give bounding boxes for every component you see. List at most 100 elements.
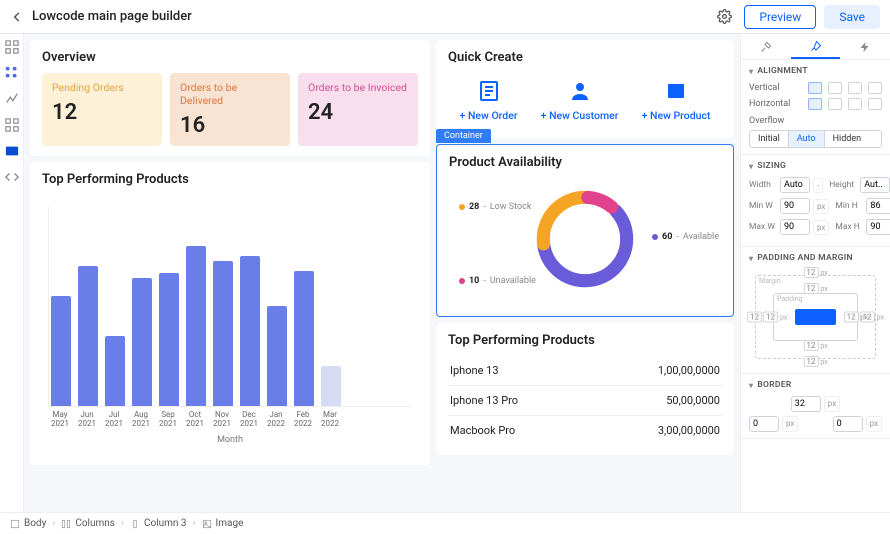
bar-chart-card: Top Performing Products May2021 Jun2021 Ju… [30,162,430,465]
grid-icon[interactable] [5,118,19,132]
x-tick: Jun2021 [77,411,97,429]
x-tick: Jul2021 [104,411,124,429]
height-input[interactable] [860,177,890,193]
h-align-stretch[interactable] [868,98,882,110]
tab-tools[interactable] [741,34,791,59]
back-icon[interactable] [10,10,24,24]
tab-style[interactable] [791,34,841,59]
layout-icon[interactable] [5,40,19,54]
x-tick: Sep2021 [158,411,178,429]
legend-available: 60 - Available [652,232,719,242]
product-table-card: Top Performing Products Iphone 131,00,00… [436,323,734,455]
bar [132,278,152,406]
new-customer-button[interactable]: + New Customer [541,79,619,122]
x-tick: Feb2022 [293,411,313,429]
new-order-button[interactable]: + New Order [460,79,518,122]
border-section: BORDER px px px [741,374,890,439]
width-input[interactable] [780,177,810,193]
save-button[interactable]: Save [824,5,880,29]
availability-title: Product Availability [449,155,721,170]
v-align-bottom[interactable] [848,82,862,94]
crumb-image[interactable]: Image [202,518,244,529]
bar [294,271,314,406]
bar [321,366,341,406]
crumb-column3[interactable]: Column 3 [130,518,187,529]
bar [240,256,260,406]
core-icon [795,309,836,325]
new-product-button[interactable]: + New Product [642,79,711,122]
overflow-auto[interactable]: Auto [789,131,825,147]
border-right-input[interactable] [833,416,863,432]
x-tick: Nov2021 [212,411,232,429]
donut-chart [530,184,640,294]
x-axis-label: Month [48,435,412,445]
x-tick: Aug2021 [131,411,151,429]
border-left-input[interactable] [749,416,779,432]
page-title: Lowcode main page builder [32,9,709,24]
widgets-icon[interactable] [5,66,19,80]
quick-create-title: Quick Create [448,50,722,65]
crumb-body[interactable]: Body [10,518,46,529]
availability-card[interactable]: Container Product Availability 28 - Low … [436,144,734,317]
spacing-section: PADDING AND MARGIN Margin Padding 12px 1… [741,247,890,374]
card-icon[interactable] [5,144,19,158]
box-icon [664,79,688,103]
builder-canvas: Overview Pending Orders 12 Orders to be … [24,34,740,512]
table-row[interactable]: Iphone 13 Pro50,00,0000 [448,385,722,415]
code-icon[interactable] [5,170,19,184]
stat-to-invoice[interactable]: Orders to be Invoiced 24 [298,73,418,146]
maxw-input[interactable] [780,219,810,235]
settings-icon[interactable] [717,9,732,24]
overflow-hidden[interactable]: Hidden [825,131,870,147]
legend-unavailable: 10 - Unavailable [459,276,536,286]
order-icon [477,79,501,103]
bar [105,336,125,406]
quick-create-card: Quick Create + New Order + New Customer … [436,40,734,138]
v-align-top[interactable] [808,82,822,94]
overview-title: Overview [42,50,418,65]
sizing-section: SIZING Width- Height- Min Wpx Min Hpx Ma… [741,155,890,247]
tool-rail [0,34,24,512]
style-inspector: ALIGNMENT Vertical Horizontal Overflow [740,34,890,512]
x-tick: May2021 [50,411,70,429]
minw-input[interactable] [780,198,810,214]
crumb-columns[interactable]: Columns [61,518,115,529]
v-align-middle[interactable] [828,82,842,94]
bar [213,261,233,406]
bar [159,273,179,406]
preview-button[interactable]: Preview [744,5,816,29]
maxh-input[interactable] [866,219,890,235]
bar [267,306,287,406]
product-table-title: Top Performing Products [448,333,722,348]
chart-icon[interactable] [5,92,19,106]
stat-to-deliver[interactable]: Orders to be Delivered 16 [170,73,290,146]
x-tick: Mar2022 [320,411,340,429]
x-tick: Jan2022 [266,411,286,429]
alignment-section: ALIGNMENT Vertical Horizontal Overflow [741,60,890,155]
overflow-initial[interactable]: Initial [750,131,789,147]
bar [186,246,206,406]
border-top-input[interactable] [791,396,821,412]
spacing-visualizer[interactable]: Margin Padding 12px 12px 12px 12px 12px … [749,269,882,365]
breadcrumb: Body› Columns› Column 3› Image [0,512,890,534]
bar [78,266,98,406]
app-header: Lowcode main page builder Preview Save [0,0,890,34]
table-row[interactable]: Macbook Pro3,00,00,0000 [448,415,722,445]
stat-pending-orders[interactable]: Pending Orders 12 [42,73,162,146]
x-tick: Dec2021 [239,411,259,429]
overview-card: Overview Pending Orders 12 Orders to be … [30,40,430,156]
container-badge: Container [436,129,491,143]
legend-low-stock: 28 - Low Stock [459,202,531,212]
bar-chart-title: Top Performing Products [42,172,418,187]
table-row[interactable]: Iphone 131,00,00,0000 [448,356,722,385]
bar-chart-bars [48,207,412,407]
x-tick: Oct2021 [185,411,205,429]
h-align-center[interactable] [828,98,842,110]
v-align-stretch[interactable] [868,82,882,94]
user-icon [568,79,592,103]
bar [51,296,71,406]
minh-input[interactable] [866,198,890,214]
tab-actions[interactable] [840,34,890,59]
h-align-right[interactable] [848,98,862,110]
h-align-left[interactable] [808,98,822,110]
